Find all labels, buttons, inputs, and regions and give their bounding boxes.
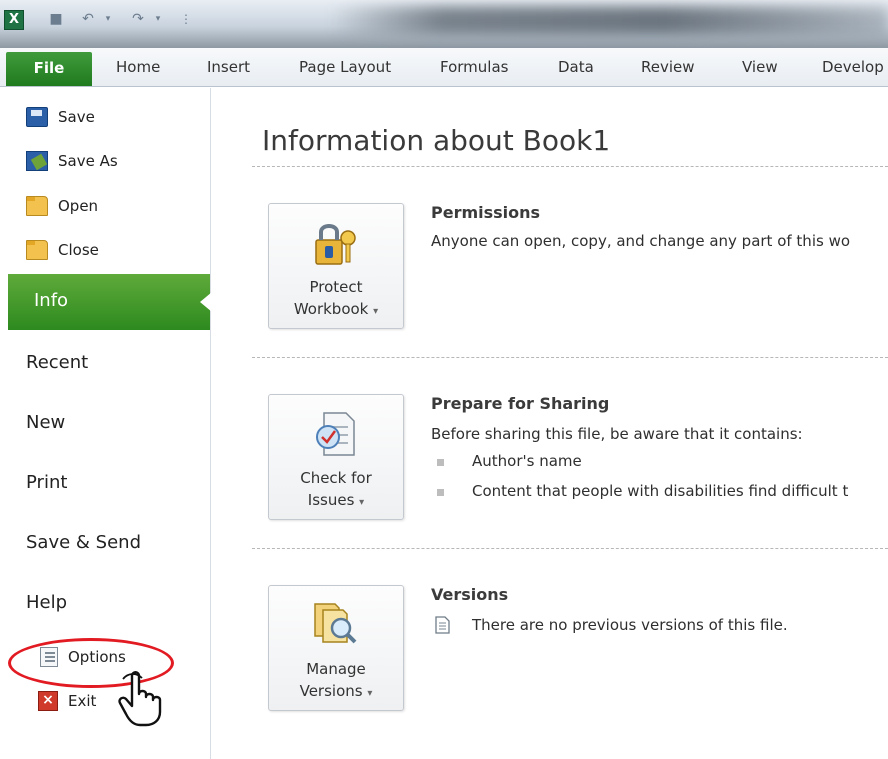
close-folder-icon	[26, 240, 48, 260]
customize-toolbar-icon[interactable]: ⋮	[178, 11, 194, 27]
save-icon	[26, 107, 48, 127]
pointer-hand-icon	[118, 671, 162, 727]
exit-icon: ×	[38, 691, 58, 711]
undo-dropdown-icon[interactable]: ▾	[100, 11, 116, 27]
sidebar-item-print[interactable]: Print	[26, 472, 67, 493]
versions-text: There are no previous versions of this f…	[472, 616, 788, 634]
close-command[interactable]: Close	[26, 239, 99, 261]
lock-key-icon	[315, 224, 356, 265]
tab-data[interactable]: Data	[558, 58, 594, 76]
open-label: Open	[58, 197, 99, 215]
permissions-heading: Permissions	[431, 203, 541, 222]
redo-dropdown-icon[interactable]: ▾	[150, 11, 166, 27]
tab-developer[interactable]: Develop	[822, 58, 884, 76]
open-folder-icon	[26, 196, 48, 216]
sidebar-item-save-send[interactable]: Save & Send	[26, 532, 141, 553]
versions-heading: Versions	[431, 585, 509, 604]
manage-versions-button[interactable]: Manage Versions ▾	[268, 585, 404, 711]
protect-workbook-button[interactable]: Protect Workbook ▾	[268, 203, 404, 329]
save-command[interactable]: Save	[26, 106, 95, 128]
sidebar-item-help[interactable]: Help	[26, 592, 67, 613]
save-as-icon	[26, 151, 48, 171]
exit-label: Exit	[68, 692, 97, 710]
sharing-heading: Prepare for Sharing	[431, 394, 610, 413]
document-check-icon	[316, 412, 355, 456]
tab-page-layout[interactable]: Page Layout	[299, 58, 391, 76]
manage-label-line2: Versions ▾	[299, 682, 373, 700]
tab-review[interactable]: Review	[641, 58, 695, 76]
dropdown-arrow-icon: ▾	[367, 688, 373, 699]
dropdown-arrow-icon: ▾	[373, 306, 379, 317]
sharing-text: Before sharing this file, be aware that …	[431, 425, 803, 443]
exit-command[interactable]: × Exit	[38, 690, 96, 712]
tab-file[interactable]: File	[6, 52, 92, 86]
protect-label-line2: Workbook ▾	[293, 300, 379, 318]
protect-label-line1: Protect	[309, 278, 363, 296]
bullet-icon	[437, 489, 444, 496]
tab-home[interactable]: Home	[116, 58, 160, 76]
divider	[252, 357, 888, 358]
sidebar-item-info[interactable]: Info	[8, 274, 210, 330]
save-label: Save	[58, 108, 95, 126]
quick-save-icon[interactable]: ■	[48, 11, 64, 27]
bullet-icon	[437, 459, 444, 466]
divider	[252, 548, 888, 549]
versions-icon	[314, 603, 357, 644]
open-command[interactable]: Open	[26, 195, 98, 217]
permissions-text: Anyone can open, copy, and change any pa…	[431, 232, 851, 250]
selection-arrow	[200, 292, 212, 312]
sidebar-item-recent[interactable]: Recent	[26, 352, 88, 373]
info-label: Info	[34, 290, 69, 311]
excel-logo-icon: X	[4, 10, 24, 30]
check-for-issues-button[interactable]: Check for Issues ▾	[268, 394, 404, 520]
manage-label-line1: Manage	[306, 660, 366, 678]
divider	[252, 166, 888, 167]
undo-icon[interactable]: ↶	[80, 11, 96, 27]
sharing-bullet-2: Content that people with disabilities fi…	[472, 482, 849, 500]
save-as-label: Save As	[58, 152, 118, 170]
dropdown-arrow-icon: ▾	[359, 497, 365, 508]
sidebar-item-new[interactable]: New	[26, 412, 65, 433]
page-title: Information about Book1	[262, 124, 611, 157]
tab-formulas[interactable]: Formulas	[440, 58, 508, 76]
sharing-bullet-1: Author's name	[472, 452, 582, 470]
tab-view[interactable]: View	[742, 58, 778, 76]
redo-icon[interactable]: ↷	[130, 11, 146, 27]
close-label: Close	[58, 241, 99, 259]
check-label-line1: Check for	[300, 469, 372, 487]
check-label-line2: Issues ▾	[307, 491, 365, 509]
tab-insert[interactable]: Insert	[207, 58, 250, 76]
save-as-command[interactable]: Save As	[26, 150, 118, 172]
document-version-icon	[435, 616, 450, 634]
